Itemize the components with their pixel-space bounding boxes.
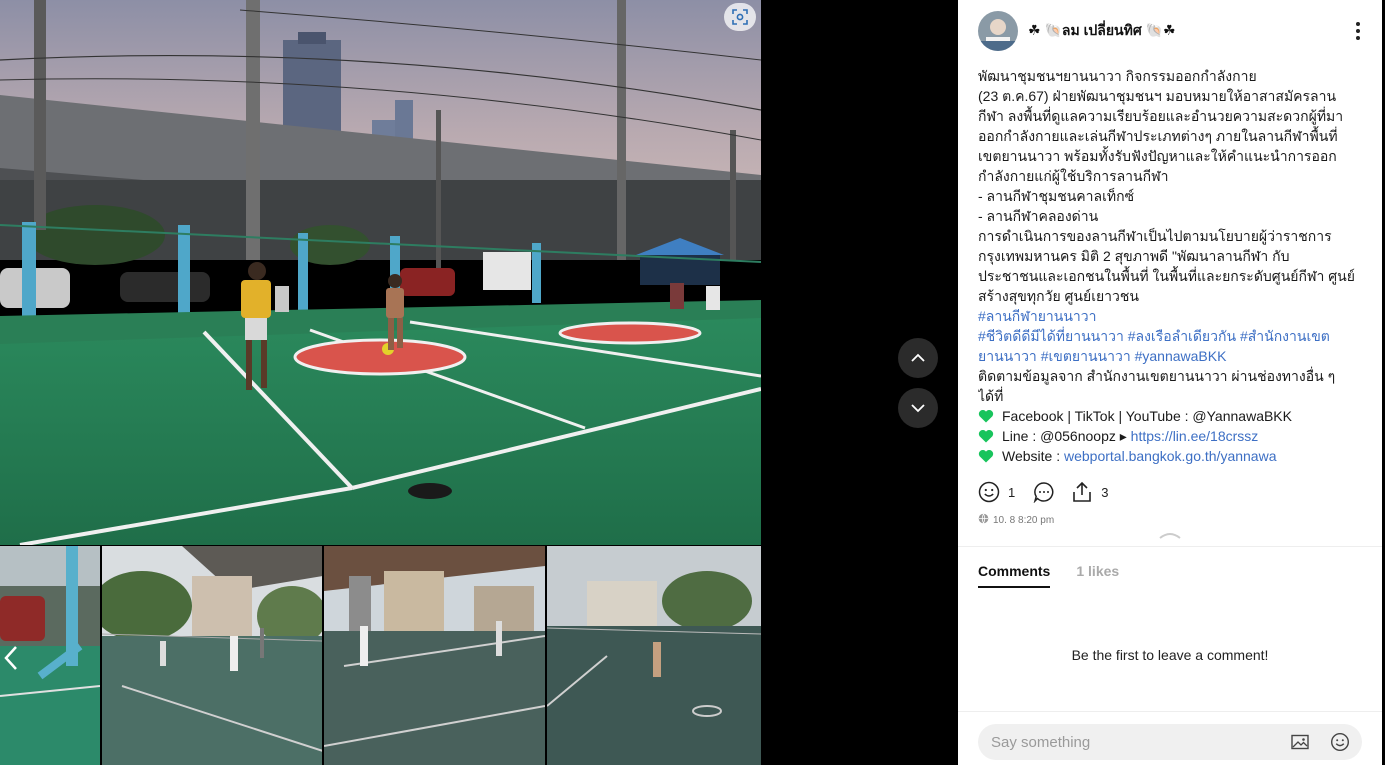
- comment-input[interactable]: [991, 733, 1281, 751]
- caption-text: กีฬา ลงพื้นที่ดูแลความเรียบร้อยและอำนวยค…: [978, 108, 1344, 124]
- caption-line: #ชีวิตดีดีมีได้ที่ยานนาวา #ลงเรือลำเดียว…: [978, 326, 1368, 346]
- caption-text: พัฒนาชุมชนฯยานนาวา กิจกรรมออกกำลังกาย: [978, 68, 1257, 84]
- comment-button[interactable]: [1033, 481, 1055, 503]
- caption-text: ได้ที่: [978, 388, 1004, 404]
- caption-line: (23 ต.ค.67) ฝ่ายพัฒนาชุมชนฯ มอบหมายให้อา…: [978, 86, 1368, 106]
- chevron-up-icon[interactable]: [898, 338, 938, 378]
- caption-line: Facebook | TikTok | YouTube : @YannawaBK…: [978, 406, 1368, 426]
- share-count: 3: [1101, 484, 1109, 500]
- hashtag-link[interactable]: #สำนักงานเขต: [1240, 328, 1330, 344]
- caption-text: กรุงเทพมหานคร มิติ 2 สุขภาพดี "พัฒนาลานก…: [978, 248, 1290, 264]
- caption-line: Line : @056noopz ▸ https://lin.ee/18crss…: [978, 426, 1368, 446]
- divider: [958, 546, 1382, 547]
- image-icon[interactable]: [1290, 732, 1310, 757]
- avatar[interactable]: [978, 11, 1018, 51]
- collapse-handle[interactable]: [1158, 527, 1182, 545]
- url-link[interactable]: https://lin.ee/18crssz: [1131, 428, 1259, 444]
- caption-line: กรุงเทพมหานคร มิติ 2 สุขภาพดี "พัฒนาลานก…: [978, 246, 1368, 266]
- more-vertical-icon[interactable]: [1348, 16, 1368, 46]
- caption-text: สร้างสุขทุกวัย ศูนย์เยาวชน: [978, 288, 1139, 304]
- court-photo-image: [0, 0, 761, 545]
- caption-text: - ลานกีฬาคลองด่าน: [978, 208, 1099, 224]
- comment-box: [978, 724, 1362, 760]
- empty-comments-message: Be the first to leave a comment!: [1071, 647, 1269, 663]
- caption-line: - ลานกีฬาชุมชนคาลเท็กซ์: [978, 186, 1368, 206]
- comment-composer: [958, 711, 1382, 765]
- caption-line: กีฬา ลงพื้นที่ดูแลความเรียบร้อยและอำนวยค…: [978, 106, 1368, 126]
- globe-icon: [978, 513, 989, 527]
- post-actions: 1 3: [978, 481, 1108, 503]
- caption-text: - ลานกีฬาชุมชนคาลเท็กซ์: [978, 188, 1135, 204]
- post-viewer: ☘ 🐚ลม เปลี่ยนทิศ 🐚☘ พัฒนาชุมชนฯยานนาวา ก…: [0, 0, 1385, 765]
- timestamp-text: 10. 8 8:20 pm: [993, 514, 1055, 526]
- caption-text: Website :: [1002, 448, 1064, 464]
- caption-line: ออกกำลังกายและเล่นกีฬาประเภทต่างๆ ภายในล…: [978, 126, 1368, 146]
- tab-comments[interactable]: Comments: [978, 563, 1051, 588]
- reaction-count: 1: [1008, 484, 1016, 500]
- caption-text: ติดตามข้อมูลจาก สำนักงานเขตยานนาวา ผ่านช…: [978, 368, 1336, 384]
- thumbnail-4[interactable]: [546, 546, 762, 765]
- share-button[interactable]: 3: [1071, 481, 1108, 503]
- caption-text: (23 ต.ค.67) ฝ่ายพัฒนาชุมชนฯ มอบหมายให้อา…: [978, 88, 1337, 104]
- caption-text: ออกกำลังกายและเล่นกีฬาประเภทต่างๆ ภายในล…: [978, 128, 1338, 144]
- caption-text: กำลังกายแก่ผู้ใช้บริการลานกีฬา: [978, 168, 1169, 184]
- url-link[interactable]: webportal.bangkok.go.th/yannawa: [1064, 448, 1276, 464]
- thumbnail-2[interactable]: [101, 546, 323, 765]
- green-heart-icon: [978, 428, 994, 443]
- thumbnail-3-image: [324, 546, 545, 765]
- caption-line: - ลานกีฬาคลองด่าน: [978, 206, 1368, 226]
- caption-text: Facebook | TikTok | YouTube : @YannawaBK…: [1002, 408, 1292, 424]
- hashtag-link[interactable]: #yannawaBKK: [1135, 348, 1227, 364]
- author-name[interactable]: ☘ 🐚ลม เปลี่ยนทิศ 🐚☘: [1028, 20, 1176, 42]
- caption-text: การดำเนินการของลานกีฬาเป็นไปตามนโยบายผู้…: [978, 228, 1332, 244]
- caption-line: Website : webportal.bangkok.go.th/yannaw…: [978, 446, 1368, 466]
- caption-line: ประชาชนและเอกชนในพื้นที่ ในพื้นที่และยกร…: [978, 266, 1368, 286]
- comment-icon: [1033, 481, 1055, 503]
- post-timestamp: 10. 8 8:20 pm: [978, 513, 1054, 527]
- green-heart-icon: [978, 448, 994, 463]
- share-icon: [1071, 481, 1093, 503]
- hashtag-link[interactable]: ยานนาวา: [978, 348, 1037, 364]
- thumbnail-2-image: [101, 546, 323, 765]
- hashtag-link[interactable]: #ชีวิตดีดีมีได้ที่ยานนาวา: [978, 328, 1124, 344]
- main-photo[interactable]: [0, 0, 761, 545]
- comment-tabs: Comments 1 likes: [978, 563, 1119, 588]
- emoji-icon[interactable]: [1330, 732, 1350, 757]
- post-side-panel: ☘ 🐚ลม เปลี่ยนทิศ 🐚☘ พัฒนาชุมชนฯยานนาวา ก…: [958, 0, 1382, 765]
- caption-line: ได้ที่: [978, 386, 1368, 406]
- smile-icon: [978, 481, 1000, 503]
- chevron-left-icon[interactable]: [0, 635, 22, 681]
- caption-text: Line : @056noopz ▸: [1002, 428, 1131, 444]
- tab-likes[interactable]: 1 likes: [1076, 563, 1119, 588]
- caption-line: การดำเนินการของลานกีฬาเป็นไปตามนโยบายผู้…: [978, 226, 1368, 246]
- caption-line: เขตยานนาวา พร้อมทั้งรับฟังปัญหาและให้คำแ…: [978, 146, 1368, 166]
- caption-line: #ลานกีฬายานนาวา: [978, 306, 1368, 326]
- thumbnail-3[interactable]: [324, 546, 545, 765]
- react-button[interactable]: 1: [978, 481, 1015, 503]
- hashtag-link[interactable]: #เขตยานนาวา: [1041, 348, 1131, 364]
- hashtag-link[interactable]: #ลงเรือลำเดียวกัน: [1128, 328, 1236, 344]
- thumbnail-4-image: [546, 546, 762, 765]
- caption-line: กำลังกายแก่ผู้ใช้บริการลานกีฬา: [978, 166, 1368, 186]
- chevron-down-icon[interactable]: [898, 388, 938, 428]
- green-heart-icon: [978, 408, 994, 423]
- caption-text: เขตยานนาวา พร้อมทั้งรับฟังปัญหาและให้คำแ…: [978, 148, 1337, 164]
- post-header: ☘ 🐚ลม เปลี่ยนทิศ 🐚☘: [978, 11, 1368, 51]
- caption-line: พัฒนาชุมชนฯยานนาวา กิจกรรมออกกำลังกาย: [978, 66, 1368, 86]
- caption-line: ติดตามข้อมูลจาก สำนักงานเขตยานนาวา ผ่านช…: [978, 366, 1368, 386]
- post-caption: พัฒนาชุมชนฯยานนาวา กิจกรรมออกกำลังกาย (2…: [978, 66, 1368, 466]
- scan-zoom-icon[interactable]: [724, 3, 756, 31]
- caption-text: ประชาชนและเอกชนในพื้นที่ ในพื้นที่และยกร…: [978, 268, 1355, 284]
- caption-line: สร้างสุขทุกวัย ศูนย์เยาวชน: [978, 286, 1368, 306]
- caption-line: ยานนาวา #เขตยานนาวา #yannawaBKK: [978, 346, 1368, 366]
- hashtag-link[interactable]: #ลานกีฬายานนาวา: [978, 308, 1097, 324]
- thumbnail-strip: [0, 546, 762, 765]
